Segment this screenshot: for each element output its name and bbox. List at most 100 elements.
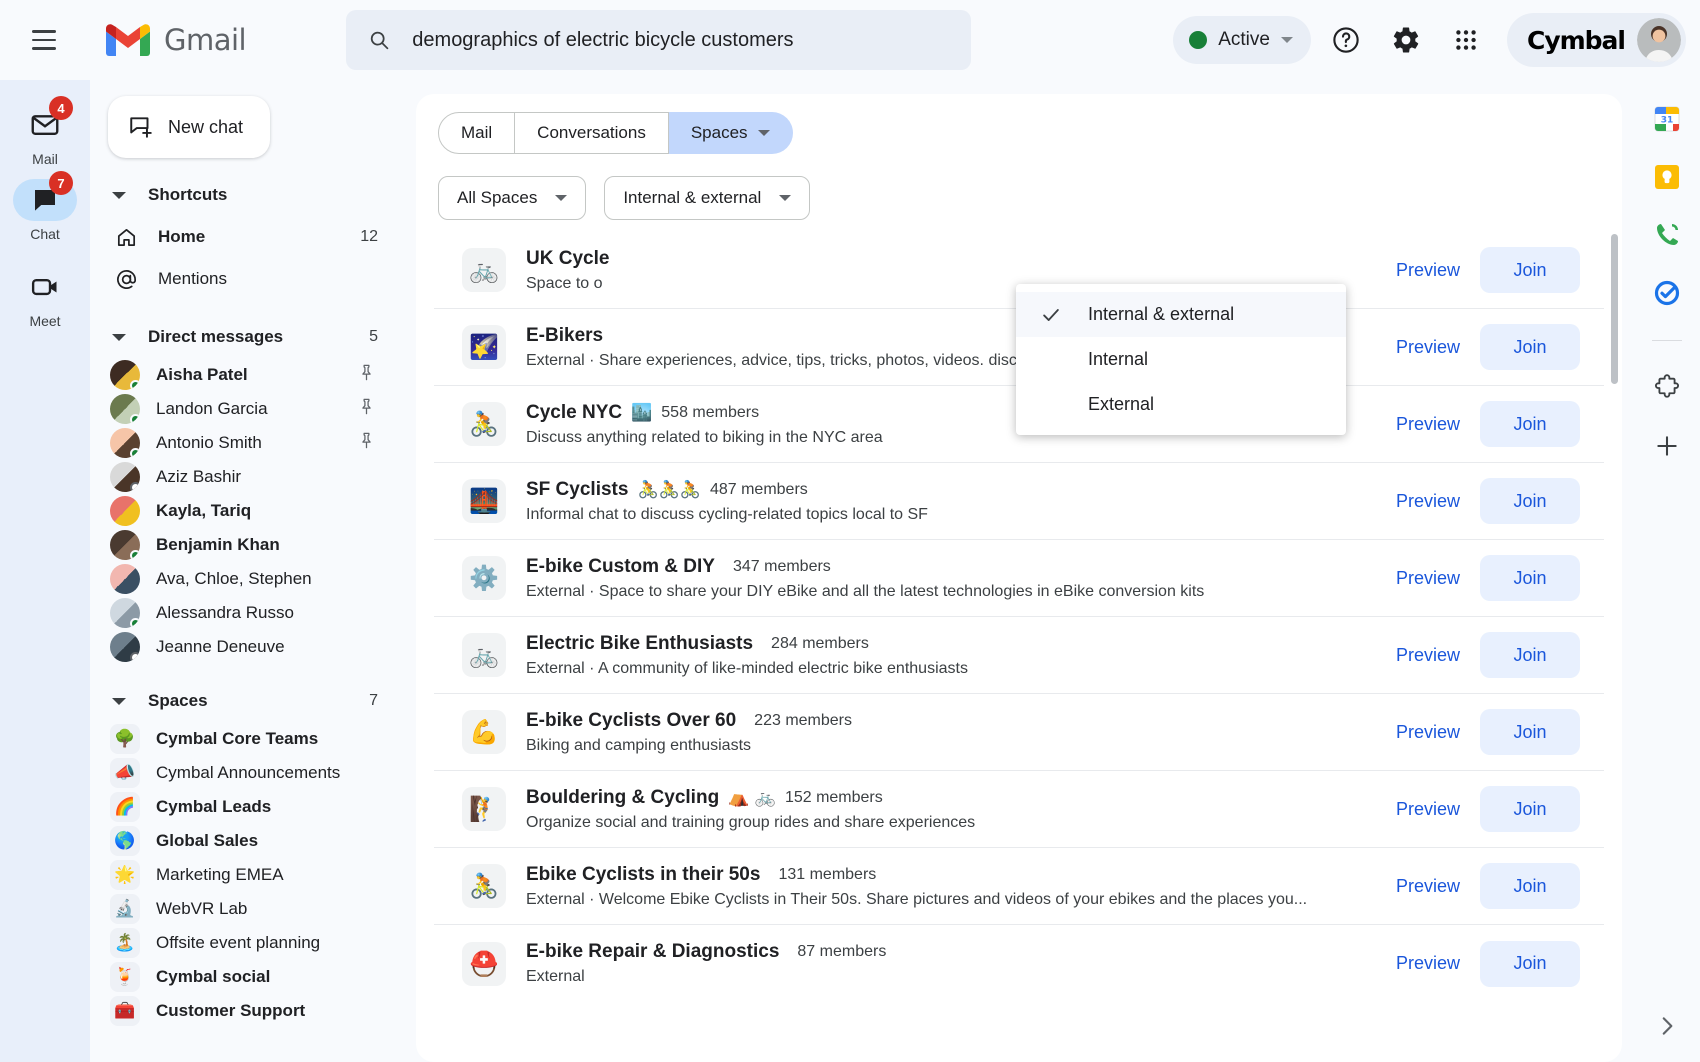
- dm-item[interactable]: Aziz Bashir: [104, 460, 388, 494]
- preview-link[interactable]: Preview: [1396, 568, 1460, 589]
- vertical-scrollbar[interactable]: [1611, 234, 1618, 384]
- dm-item[interactable]: Jeanne Deneuve: [104, 630, 388, 664]
- join-button[interactable]: Join: [1480, 786, 1580, 832]
- add-ons-button[interactable]: [1652, 373, 1682, 403]
- rail-item-chat[interactable]: 7 Chat: [7, 175, 83, 242]
- dm-item[interactable]: Alessandra Russo: [104, 596, 388, 630]
- rail-item-meet[interactable]: Meet: [7, 262, 83, 329]
- pin-icon-wrap[interactable]: [357, 431, 388, 455]
- preview-link[interactable]: Preview: [1396, 876, 1460, 897]
- sidebar-space-item[interactable]: 🔬WebVR Lab: [104, 892, 388, 926]
- sidebar-space-item[interactable]: 📣Cymbal Announcements: [104, 756, 388, 790]
- audience-option[interactable]: Internal: [1016, 337, 1346, 382]
- preview-link[interactable]: Preview: [1396, 799, 1460, 820]
- space-row[interactable]: 💪 E-bike Cyclists Over 60 223 members Bi…: [434, 694, 1604, 771]
- join-button[interactable]: Join: [1480, 863, 1580, 909]
- avatar: [110, 530, 140, 560]
- sidebar-space-item[interactable]: 🏝️Offsite event planning: [104, 926, 388, 960]
- search-input[interactable]: [412, 29, 949, 52]
- new-chat-button[interactable]: New chat: [108, 96, 270, 158]
- space-row[interactable]: 🧗 Bouldering & Cycling ⛺ 🚲 152 members O…: [434, 771, 1604, 848]
- space-row[interactable]: 🌉 SF Cyclists 🚴🚴🚴 487 members Informal c…: [434, 463, 1604, 540]
- section-shortcuts[interactable]: Shortcuts: [104, 174, 388, 216]
- apps-button[interactable]: [1441, 15, 1491, 65]
- join-button[interactable]: Join: [1480, 555, 1580, 601]
- rail-pill-chat: 7: [13, 179, 77, 221]
- join-button[interactable]: Join: [1480, 709, 1580, 755]
- status-dot-icon: [1189, 31, 1207, 49]
- account-chip[interactable]: Cymbal: [1507, 13, 1686, 67]
- space-title-line: Electric Bike Enthusiasts 284 members: [526, 633, 1396, 655]
- gmail-logo[interactable]: Gmail: [106, 23, 246, 57]
- pin-icon-wrap[interactable]: [357, 363, 388, 387]
- space-description: Biking and camping enthusiasts: [526, 737, 1346, 755]
- gmail-mark-icon: [106, 23, 150, 57]
- preview-link[interactable]: Preview: [1396, 337, 1460, 358]
- space-row[interactable]: ⛑️ E-bike Repair & Diagnostics 87 member…: [434, 925, 1604, 1002]
- dm-item[interactable]: Aisha Patel: [104, 358, 388, 392]
- join-button[interactable]: Join: [1480, 401, 1580, 447]
- google-calendar-button[interactable]: 31: [1652, 104, 1682, 134]
- join-button[interactable]: Join: [1480, 632, 1580, 678]
- sidebar-space-item[interactable]: 🌳Cymbal Core Teams: [104, 722, 388, 756]
- space-row[interactable]: 🚲 Electric Bike Enthusiasts 284 members …: [434, 617, 1604, 694]
- sidebar-space-item[interactable]: 🌎Global Sales: [104, 824, 388, 858]
- avatar[interactable]: [1637, 18, 1681, 62]
- presence-indicator: [130, 482, 140, 492]
- audience-option-label: Internal: [1088, 349, 1148, 370]
- all-spaces-filter[interactable]: All Spaces: [438, 176, 586, 220]
- status-chip[interactable]: Active: [1173, 16, 1311, 64]
- preview-link[interactable]: Preview: [1396, 414, 1460, 435]
- puzzle-icon: [1653, 374, 1681, 402]
- section-spaces[interactable]: Spaces 7: [104, 680, 388, 722]
- sidebar-space-item[interactable]: 🌈Cymbal Leads: [104, 790, 388, 824]
- audience-option[interactable]: Internal & external: [1016, 292, 1346, 337]
- space-title-line: Bouldering & Cycling ⛺ 🚲 152 members: [526, 787, 1396, 809]
- space-avatar-icon: 🧗: [462, 787, 506, 831]
- preview-link[interactable]: Preview: [1396, 260, 1460, 281]
- dm-item[interactable]: Antonio Smith: [104, 426, 388, 460]
- dm-item[interactable]: Ava, Chloe, Stephen: [104, 562, 388, 596]
- pin-icon-wrap[interactable]: [357, 397, 388, 421]
- join-button[interactable]: Join: [1480, 324, 1580, 370]
- settings-button[interactable]: [1381, 15, 1431, 65]
- preview-link[interactable]: Preview: [1396, 645, 1460, 666]
- space-row[interactable]: ⚙️ E-bike Custom & DIY 347 members Exter…: [434, 540, 1604, 617]
- sidebar-item-mentions[interactable]: Mentions: [104, 258, 388, 300]
- preview-link[interactable]: Preview: [1396, 491, 1460, 512]
- space-row[interactable]: 🚴 Ebike Cyclists in their 50s 131 member…: [434, 848, 1604, 925]
- preview-link[interactable]: Preview: [1396, 953, 1460, 974]
- dm-item-label: Landon Garcia: [156, 399, 268, 419]
- get-add-ons-button[interactable]: [1652, 431, 1682, 461]
- google-tasks-button[interactable]: [1652, 278, 1682, 308]
- google-keep-button[interactable]: [1652, 162, 1682, 192]
- sidebar-space-item[interactable]: 🧰Customer Support: [104, 994, 388, 1028]
- dm-item[interactable]: Benjamin Khan: [104, 528, 388, 562]
- google-contacts-button[interactable]: [1652, 220, 1682, 250]
- expand-side-panel-button[interactable]: [1654, 1013, 1680, 1044]
- space-info: E-bike Repair & Diagnostics 87 members E…: [526, 941, 1396, 986]
- spaces-browser-card: MailConversationsSpaces All Spaces Inter…: [416, 94, 1622, 1062]
- join-button[interactable]: Join: [1480, 478, 1580, 524]
- audience-filter[interactable]: Internal & external: [604, 176, 810, 220]
- dm-item[interactable]: Landon Garcia: [104, 392, 388, 426]
- join-button[interactable]: Join: [1480, 941, 1580, 987]
- sidebar-item-home[interactable]: Home 12: [104, 216, 388, 258]
- calendar-icon: 31: [1653, 105, 1681, 133]
- hamburger-icon[interactable]: [18, 14, 70, 66]
- tab-spaces[interactable]: Spaces: [669, 112, 793, 154]
- audience-option[interactable]: External: [1016, 382, 1346, 427]
- help-button[interactable]: [1321, 15, 1371, 65]
- sidebar-space-item[interactable]: 🍹Cymbal social: [104, 960, 388, 994]
- rail-item-mail[interactable]: 4 Mail: [7, 100, 83, 167]
- sidebar-space-item[interactable]: 🌟Marketing EMEA: [104, 858, 388, 892]
- section-direct-messages[interactable]: Direct messages 5: [104, 316, 388, 358]
- tab-mail[interactable]: Mail: [438, 112, 515, 154]
- section-count-spaces: 7: [369, 692, 388, 710]
- tab-conversations[interactable]: Conversations: [515, 112, 669, 154]
- preview-link[interactable]: Preview: [1396, 722, 1460, 743]
- video-camera-icon: [30, 272, 60, 302]
- search-box[interactable]: [346, 10, 971, 70]
- join-button[interactable]: Join: [1480, 247, 1580, 293]
- dm-item[interactable]: Kayla, Tariq: [104, 494, 388, 528]
